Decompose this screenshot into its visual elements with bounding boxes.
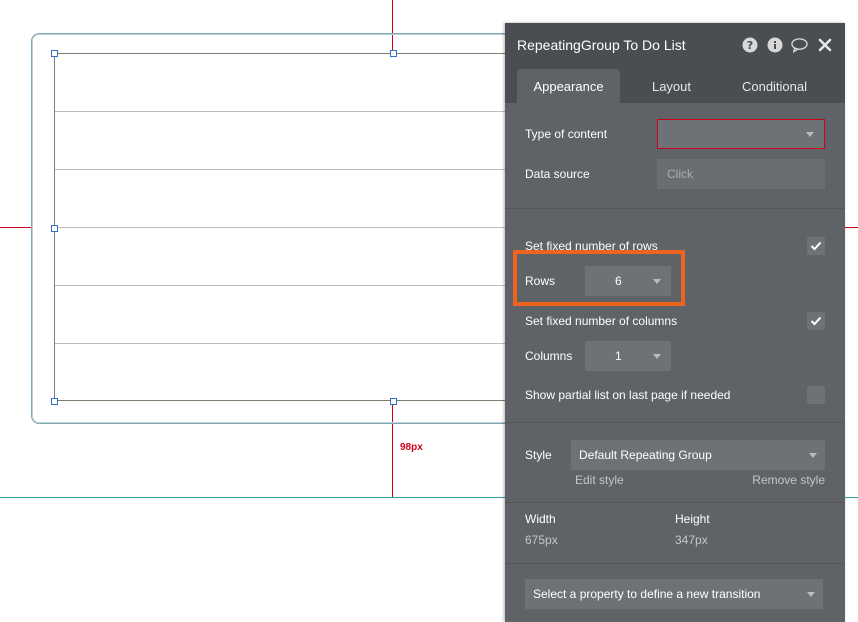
fixed-columns-checkbox[interactable] xyxy=(807,312,825,330)
resize-handle-bottom-center[interactable] xyxy=(390,398,397,405)
chevron-down-icon xyxy=(806,131,814,137)
property-editor-panel: RepeatingGroup To Do List ? Appearance L… xyxy=(505,23,845,622)
fixed-rows-label: Set fixed number of rows xyxy=(525,239,658,253)
edit-style-link[interactable]: Edit style xyxy=(575,473,752,487)
transition-dropdown[interactable]: Select a property to define a new transi… xyxy=(525,579,823,609)
fixed-columns-label: Set fixed number of columns xyxy=(525,314,678,328)
checkmark-icon xyxy=(810,241,822,251)
repeating-group-cell[interactable] xyxy=(55,286,523,344)
repeating-group-cell[interactable] xyxy=(55,170,523,228)
data-source-placeholder: Click xyxy=(667,167,693,181)
resize-handle-top-center[interactable] xyxy=(390,50,397,57)
columns-label: Columns xyxy=(525,349,573,363)
transition-section: Select a property to define a new transi… xyxy=(505,564,845,609)
panel-title: RepeatingGroup To Do List xyxy=(517,37,686,53)
style-label: Style xyxy=(525,448,552,462)
partial-list-checkbox[interactable] xyxy=(807,386,825,404)
type-of-content-label: Type of content xyxy=(525,127,608,141)
close-icon[interactable] xyxy=(816,37,833,54)
fixed-rows-checkbox[interactable] xyxy=(807,237,825,255)
horizontal-guide-right xyxy=(845,227,858,228)
type-of-content-dropdown[interactable] xyxy=(657,119,825,149)
comment-icon[interactable] xyxy=(791,37,808,54)
style-section: Style Default Repeating Group Edit style… xyxy=(505,423,845,503)
repeating-group-cell[interactable] xyxy=(55,54,523,112)
panel-header[interactable]: RepeatingGroup To Do List ? xyxy=(505,23,845,67)
resize-handle-top-left[interactable] xyxy=(51,50,58,57)
tab-appearance[interactable]: Appearance xyxy=(517,69,620,103)
rows-dropdown[interactable]: 6 xyxy=(585,266,671,296)
tab-conditional[interactable]: Conditional xyxy=(723,69,826,103)
resize-handle-middle-left[interactable] xyxy=(51,225,58,232)
height-value: 347px xyxy=(675,533,708,547)
height-label: Height xyxy=(675,512,710,526)
rows-label: Rows xyxy=(525,274,556,288)
svg-text:?: ? xyxy=(746,39,752,52)
width-label: Width xyxy=(525,512,556,526)
content-section: Type of content Data source Click xyxy=(505,103,845,209)
help-icon[interactable]: ? xyxy=(741,37,758,54)
columns-dropdown[interactable]: 1 xyxy=(585,341,671,371)
columns-value: 1 xyxy=(615,349,622,363)
data-source-label: Data source xyxy=(525,167,590,181)
resize-handle-bottom-left[interactable] xyxy=(51,398,58,405)
info-icon[interactable] xyxy=(766,37,783,54)
layout-rows-section: Set fixed number of rows Rows 6 Set fixe… xyxy=(505,209,845,423)
repeating-group[interactable] xyxy=(54,53,524,401)
remove-style-link[interactable]: Remove style xyxy=(752,473,825,487)
dimensions-section: Width 675px Height 347px xyxy=(505,503,845,564)
tab-layout[interactable]: Layout xyxy=(620,69,723,103)
transition-placeholder: Select a property to define a new transi… xyxy=(533,587,761,601)
width-value: 675px xyxy=(525,533,558,547)
horizontal-guide-left xyxy=(0,227,33,228)
repeating-group-cell[interactable] xyxy=(55,344,523,402)
distance-label: 98px xyxy=(400,442,423,453)
style-dropdown[interactable]: Default Repeating Group xyxy=(571,440,825,470)
chevron-down-icon xyxy=(807,591,815,597)
repeating-group-cell[interactable] xyxy=(55,228,523,286)
rows-value: 6 xyxy=(615,274,622,288)
chevron-down-icon xyxy=(653,278,661,284)
data-source-field[interactable]: Click xyxy=(657,159,825,189)
checkmark-icon xyxy=(810,316,822,326)
chevron-down-icon xyxy=(809,452,817,458)
style-value: Default Repeating Group xyxy=(579,448,712,462)
partial-list-label: Show partial list on last page if needed xyxy=(525,388,731,402)
panel-tabs: Appearance Layout Conditional xyxy=(505,67,845,103)
repeating-group-cell[interactable] xyxy=(55,112,523,170)
chevron-down-icon xyxy=(653,353,661,359)
